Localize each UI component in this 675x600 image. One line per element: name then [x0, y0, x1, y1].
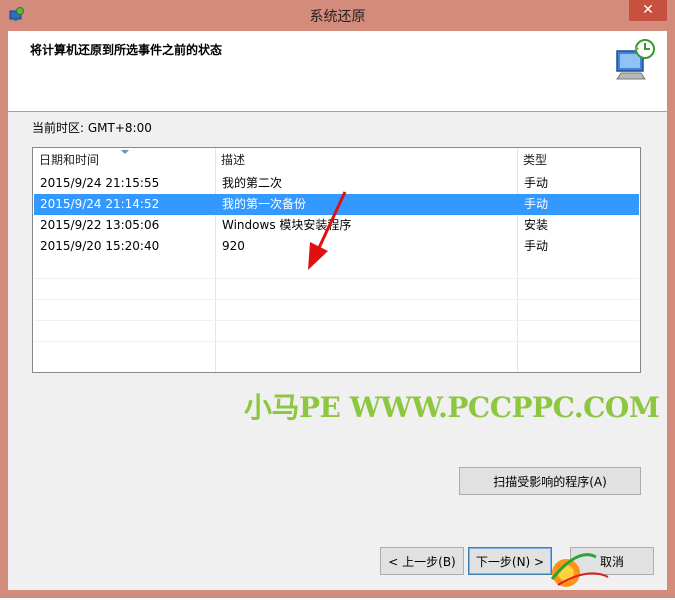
cell-datetime: 2015/9/24 21:14:52	[40, 197, 160, 211]
row-divider	[34, 299, 639, 300]
row-divider	[34, 341, 639, 342]
annotation-arrow-icon	[308, 191, 347, 270]
cell-description: 我的第二次	[222, 176, 283, 190]
cell-type: 手动	[524, 197, 549, 211]
timezone-label: 当前时区: GMT+8:00	[32, 121, 152, 135]
column-header-type[interactable]: 类型	[517, 148, 633, 172]
back-button[interactable]: < 上一步(B)	[380, 547, 464, 575]
dialog-header: 将计算机还原到所选事件之前的状态	[8, 31, 667, 112]
close-icon: ✕	[642, 2, 654, 18]
cell-description: 920	[222, 239, 245, 253]
column-header-description[interactable]: 描述	[215, 148, 516, 172]
cell-datetime: 2015/9/24 21:15:55	[40, 176, 160, 190]
title-bar[interactable]: 系统还原 ✕	[0, 0, 675, 30]
system-restore-icon	[611, 37, 659, 85]
cell-type: 手动	[524, 239, 549, 253]
scan-affected-programs-button[interactable]: 扫描受影响的程序(A)	[459, 467, 641, 495]
dialog-client-area: 将计算机还原到所选事件之前的状态 当前时区: GMT+8:00 日期和时间 描述…	[8, 31, 667, 590]
window-title: 系统还原	[309, 9, 366, 25]
page-title: 将计算机还原到所选事件之前的状态	[30, 43, 223, 57]
next-button[interactable]: 下一步(N) >	[468, 547, 552, 575]
cell-datetime: 2015/9/22 13:05:06	[40, 218, 160, 232]
cell-type: 安装	[524, 218, 549, 232]
close-button[interactable]: ✕	[629, 0, 667, 21]
cell-description: 我的第一次备份	[222, 197, 307, 211]
watermark-text: 小马PE WWW.PCCPPC.COM	[244, 391, 660, 424]
cell-datetime: 2015/9/20 15:20:40	[40, 239, 160, 253]
row-divider	[34, 278, 639, 279]
row-divider	[34, 320, 639, 321]
site-logo-icon	[548, 537, 663, 597]
cell-type: 手动	[524, 176, 549, 190]
sort-indicator-icon	[121, 150, 129, 154]
